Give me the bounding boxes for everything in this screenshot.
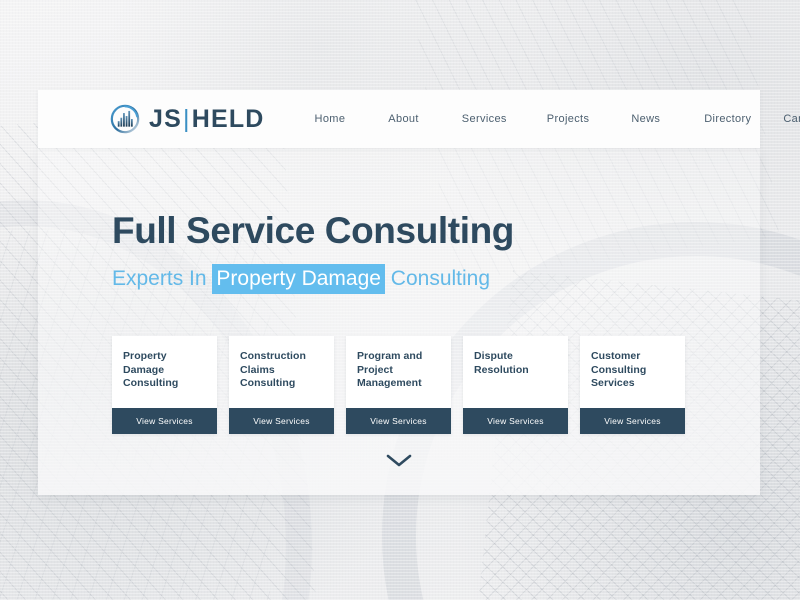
brand-name-secondary: HELD <box>191 104 265 133</box>
service-card-program-and-project-management[interactable]: Program and Project Management View Serv… <box>346 336 451 434</box>
nav-item-careers[interactable]: Careers <box>783 113 800 125</box>
hero-title: Full Service Consulting <box>112 210 514 251</box>
hero-subtitle-suffix: Consulting <box>384 267 491 290</box>
brand-logo[interactable]: JS|HELD <box>108 102 265 136</box>
chevron-down-icon <box>386 454 412 467</box>
hero-subtitle-highlight: Property Damage <box>212 264 385 294</box>
nav-item-about[interactable]: About <box>388 113 419 125</box>
main-navigation: Home About Services Projects News Direct… <box>311 113 800 125</box>
service-card-dispute-resolution[interactable]: Dispute Resolution View Services <box>463 336 568 434</box>
view-services-button[interactable]: View Services <box>346 408 451 434</box>
service-card-construction-claims-consulting[interactable]: Construction Claims Consulting View Serv… <box>229 336 334 434</box>
bar-chart-circle-logo-icon <box>110 104 140 134</box>
nav-item-news[interactable]: News <box>631 113 660 125</box>
service-card-title: Program and Project Management <box>357 350 423 390</box>
service-cards: Property Damage Consulting View Services… <box>112 336 685 434</box>
brand-name-separator: | <box>182 104 191 133</box>
nav-item-directory[interactable]: Directory <box>704 113 751 125</box>
nav-item-home[interactable]: Home <box>315 113 346 125</box>
nav-item-projects[interactable]: Projects <box>547 113 590 125</box>
service-card-property-damage-consulting[interactable]: Property Damage Consulting View Services <box>112 336 217 434</box>
service-card-title: Customer Consulting Services <box>591 350 647 390</box>
hero-subtitle: Experts In Property Damage Consulting <box>112 264 491 294</box>
page-root: JS|HELD Home About Services Projects New… <box>0 0 800 600</box>
nav-item-services[interactable]: Services <box>462 113 507 125</box>
view-services-button[interactable]: View Services <box>580 408 685 434</box>
hero-subtitle-prefix: Experts In <box>112 267 213 290</box>
scroll-down-button[interactable] <box>38 454 760 468</box>
hero-section: Full Service Consulting Experts In Prope… <box>38 148 760 495</box>
service-card-title: Construction Claims Consulting <box>240 350 306 390</box>
view-services-button[interactable]: View Services <box>112 408 217 434</box>
service-card-customer-consulting-services[interactable]: Customer Consulting Services View Servic… <box>580 336 685 434</box>
view-services-button[interactable]: View Services <box>229 408 334 434</box>
service-card-title: Dispute Resolution <box>474 350 529 376</box>
site-header: JS|HELD Home About Services Projects New… <box>38 90 800 148</box>
brand-name-primary: JS <box>149 104 182 133</box>
service-card-title: Property Damage Consulting <box>123 350 179 390</box>
brand-wordmark: JS|HELD <box>149 104 265 133</box>
view-services-button[interactable]: View Services <box>463 408 568 434</box>
